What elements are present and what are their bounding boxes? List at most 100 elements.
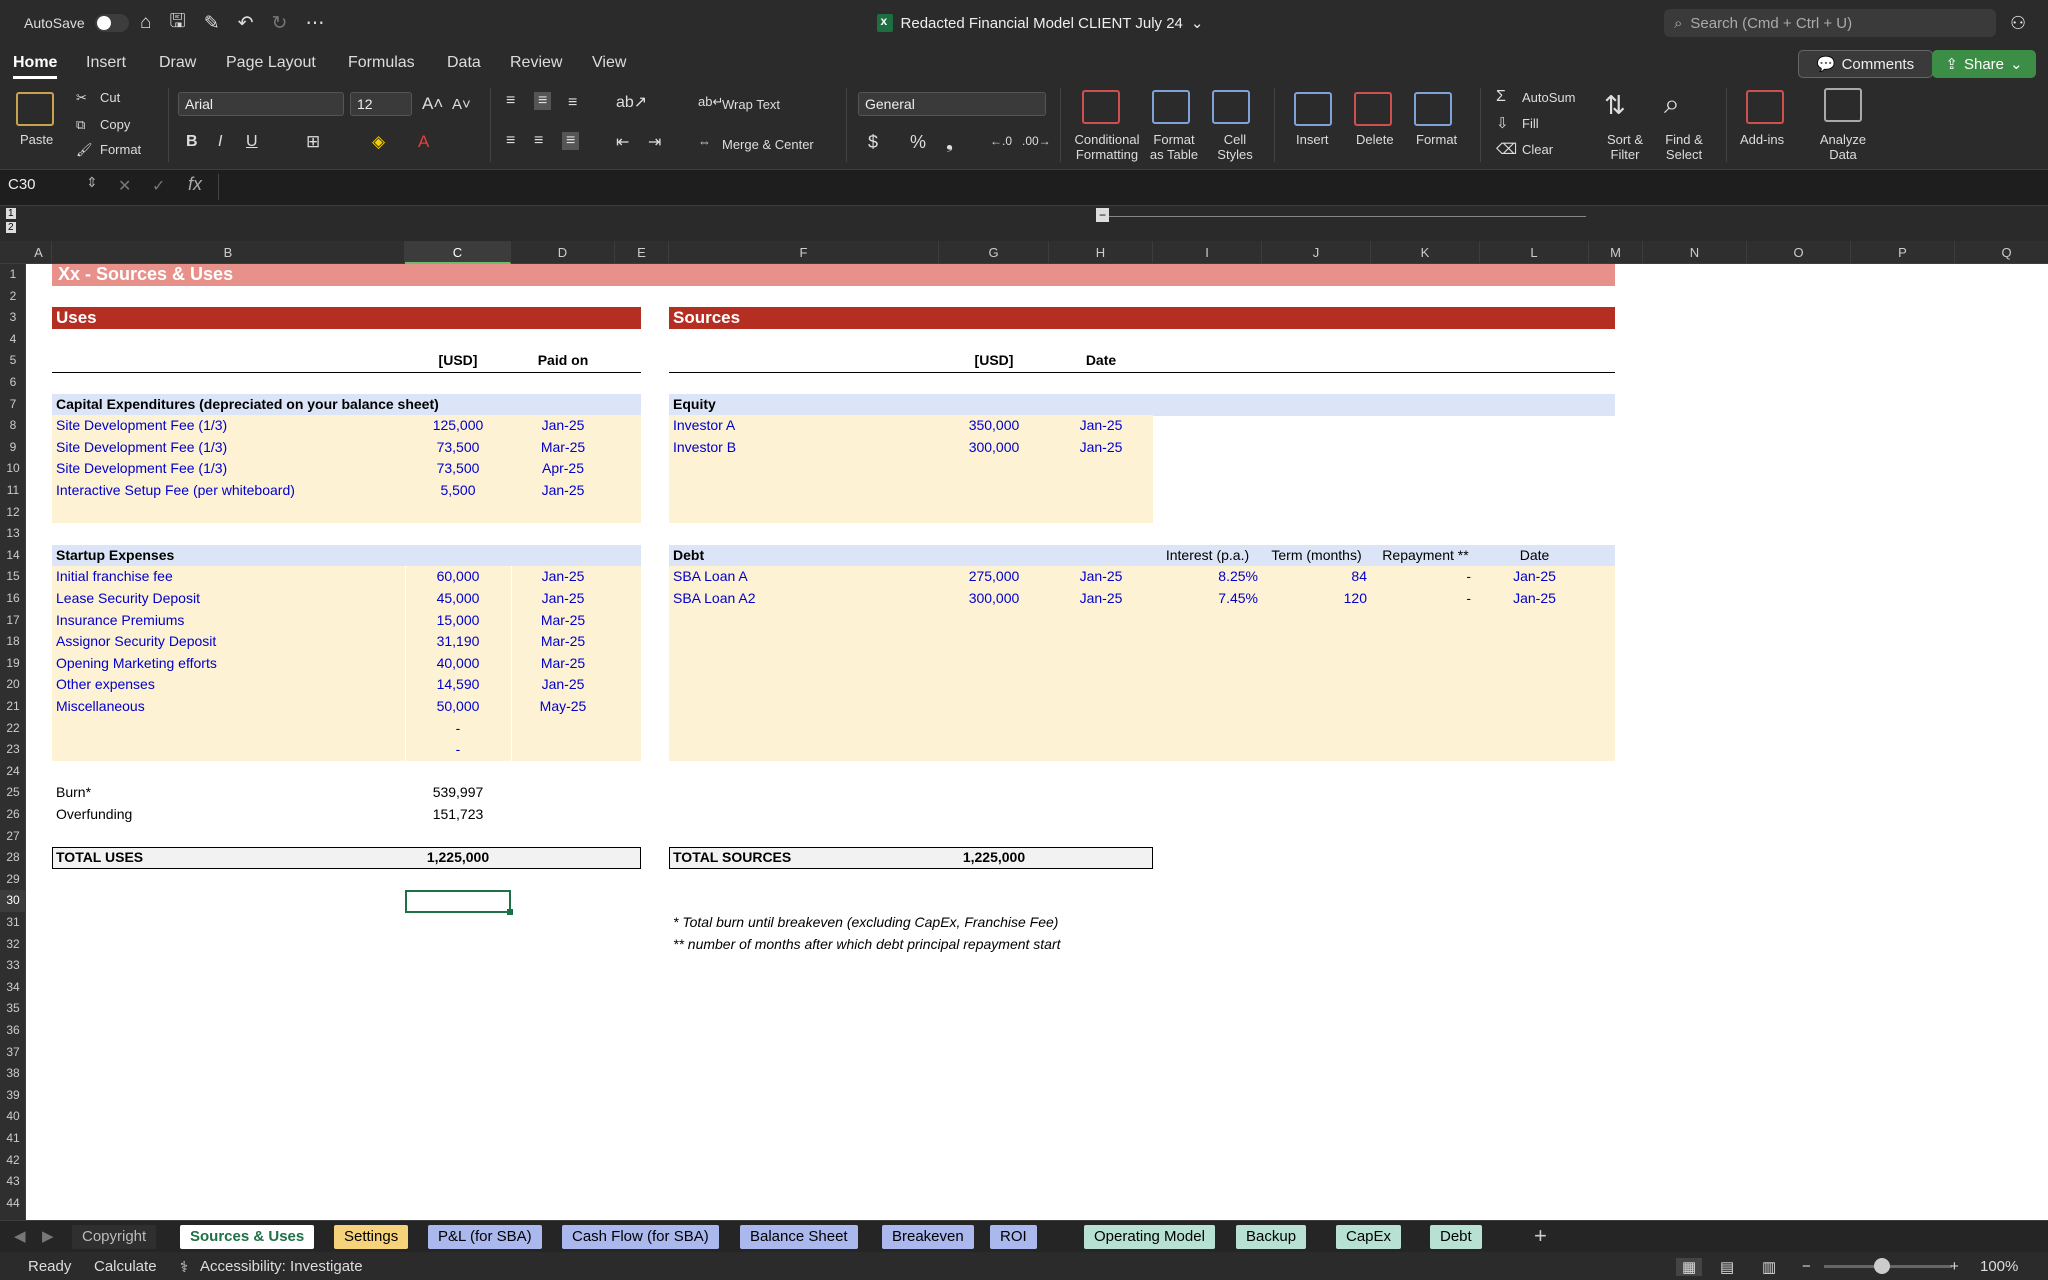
startup-label[interactable]: Miscellaneous <box>56 696 145 718</box>
capex-label[interactable]: Site Development Fee (1/3) <box>56 437 227 459</box>
col-header-m[interactable]: M <box>1589 241 1643 264</box>
startup-date[interactable]: Jan-25 <box>511 674 615 696</box>
autosave[interactable]: AutoSave <box>24 0 129 46</box>
startup-date[interactable]: Mar-25 <box>511 631 615 653</box>
col-header-d[interactable]: D <box>511 241 615 264</box>
row-header[interactable]: 11 <box>0 480 26 502</box>
col-header-f[interactable]: F <box>669 241 939 264</box>
eraser-icon[interactable]: ⌫ <box>1496 140 1517 158</box>
fill-handle[interactable] <box>507 909 513 915</box>
debt-value[interactable]: 300,000 <box>939 588 1049 610</box>
startup-date[interactable]: Jan-25 <box>511 566 615 588</box>
equity-label[interactable]: Investor A <box>673 415 735 437</box>
row-header[interactable]: 39 <box>0 1085 26 1107</box>
more-icon[interactable]: ⋯ <box>305 12 324 35</box>
page-break-view-icon[interactable]: ▥ <box>1762 1258 1776 1276</box>
row-header[interactable]: 7 <box>0 394 26 416</box>
startup-value[interactable]: - <box>405 718 511 740</box>
decrease-font-icon[interactable]: A˅ <box>452 96 471 113</box>
tab-view[interactable]: View <box>592 54 626 72</box>
capex-label[interactable]: Interactive Setup Fee (per whiteboard) <box>56 480 295 502</box>
increase-indent-icon[interactable]: ⇥ <box>648 132 661 152</box>
formula-input[interactable] <box>218 174 2028 200</box>
sheet-tab[interactable]: Breakeven <box>882 1225 974 1249</box>
zoom-level[interactable]: 100% <box>1980 1258 2018 1275</box>
scroll-right-icon[interactable]: ▶ <box>42 1227 54 1245</box>
debt-date2[interactable]: Jan-25 <box>1480 566 1589 588</box>
row-header[interactable]: 25 <box>0 782 26 804</box>
burn-value[interactable]: 539,997 <box>405 782 511 804</box>
row-header[interactable]: 42 <box>0 1150 26 1172</box>
col-header-o[interactable]: O <box>1747 241 1851 264</box>
outline-level-1[interactable]: 1 <box>6 208 16 219</box>
tab-page-layout[interactable]: Page Layout <box>226 54 316 72</box>
tab-home[interactable]: Home <box>13 54 58 79</box>
row-header[interactable]: 18 <box>0 631 26 653</box>
underline-icon[interactable]: U <box>246 133 258 151</box>
paste-label[interactable]: Paste <box>20 132 53 147</box>
total-uses-value[interactable]: 1,225,000 <box>405 847 511 869</box>
cell-styles-button[interactable]: Cell Styles <box>1210 132 1260 162</box>
search-box[interactable]: ⌕ Search (Cmd + Ctrl + U) <box>1664 9 1996 37</box>
row-header[interactable]: 36 <box>0 1020 26 1042</box>
copy-button[interactable]: Copy <box>100 117 130 132</box>
comma-icon[interactable]: ❟ <box>946 132 953 153</box>
row-header[interactable]: 2 <box>0 286 26 308</box>
function-icon[interactable]: fx <box>188 174 202 195</box>
decrease-indent-icon[interactable]: ⇤ <box>616 132 629 152</box>
equity-value[interactable]: 300,000 <box>939 437 1049 459</box>
edit-icon[interactable]: ✎ <box>204 12 220 35</box>
name-box-stepper-icon[interactable]: ⇕ <box>86 174 98 191</box>
debt-date[interactable]: Jan-25 <box>1049 566 1153 588</box>
insert-cells-button[interactable]: Insert <box>1296 132 1329 147</box>
row-header[interactable]: 3 <box>0 307 26 329</box>
col-header-g[interactable]: G <box>939 241 1049 264</box>
row-header[interactable]: 38 <box>0 1063 26 1085</box>
fill-button[interactable]: Fill <box>1522 116 1539 131</box>
conditional-formatting-button[interactable]: Conditional Formatting <box>1070 132 1144 162</box>
row-header[interactable]: 41 <box>0 1128 26 1150</box>
total-sources-value[interactable]: 1,225,000 <box>939 847 1049 869</box>
redo-icon[interactable]: ↻ <box>272 12 288 35</box>
startup-value[interactable]: 14,590 <box>405 674 511 696</box>
capex-label[interactable]: Site Development Fee (1/3) <box>56 458 227 480</box>
overfunding-value[interactable]: 151,723 <box>405 804 511 826</box>
capex-value[interactable]: 73,500 <box>405 437 511 459</box>
enter-icon[interactable]: ✓ <box>152 176 165 196</box>
sort-filter-icon[interactable]: ⇅ <box>1604 90 1626 121</box>
row-header[interactable]: 27 <box>0 826 26 848</box>
merge-center-icon[interactable]: ⇔ <box>698 134 711 149</box>
align-middle-icon[interactable]: ≡ <box>534 92 552 110</box>
col-header-a[interactable]: A <box>26 241 52 264</box>
addins-icon[interactable] <box>1746 90 1784 124</box>
debt-label[interactable]: SBA Loan A2 <box>673 588 756 610</box>
copy-icon[interactable]: ⧉ <box>76 117 85 133</box>
row-header[interactable]: 33 <box>0 955 26 977</box>
addins-button[interactable]: Add-ins <box>1740 132 1784 147</box>
format-painter-button[interactable]: Format <box>100 142 141 157</box>
borders-icon[interactable]: ⊞ <box>306 132 320 152</box>
zoom-in-icon[interactable]: + <box>1950 1258 1959 1275</box>
row-header[interactable]: 31 <box>0 912 26 934</box>
sheet-tab[interactable]: ROI <box>990 1225 1037 1249</box>
startup-value[interactable]: 15,000 <box>405 610 511 632</box>
col-header-q[interactable]: Q <box>1955 241 2048 264</box>
align-right-icon[interactable]: ≡ <box>562 132 580 150</box>
col-header-c[interactable]: C <box>405 241 511 264</box>
sheet-tab[interactable]: Balance Sheet <box>740 1225 858 1249</box>
status-accessibility[interactable]: Accessibility: Investigate <box>200 1258 363 1275</box>
equity-date[interactable]: Jan-25 <box>1049 437 1153 459</box>
startup-label[interactable]: Lease Security Deposit <box>56 588 200 610</box>
col-header-k[interactable]: K <box>1371 241 1480 264</box>
debt-term[interactable]: 120 <box>1262 588 1367 610</box>
capex-date[interactable]: Jan-25 <box>511 415 615 437</box>
row-header[interactable]: 19 <box>0 653 26 675</box>
debt-date[interactable]: Jan-25 <box>1049 588 1153 610</box>
wrap-text-button[interactable]: Wrap Text <box>722 97 780 112</box>
number-format-select[interactable]: General <box>858 92 1046 116</box>
col-header-e[interactable]: E <box>615 241 669 264</box>
col-header-j[interactable]: J <box>1262 241 1371 264</box>
capex-value[interactable]: 125,000 <box>405 415 511 437</box>
align-bottom-icon[interactable]: ≡ <box>568 94 577 112</box>
row-header[interactable]: 24 <box>0 761 26 783</box>
